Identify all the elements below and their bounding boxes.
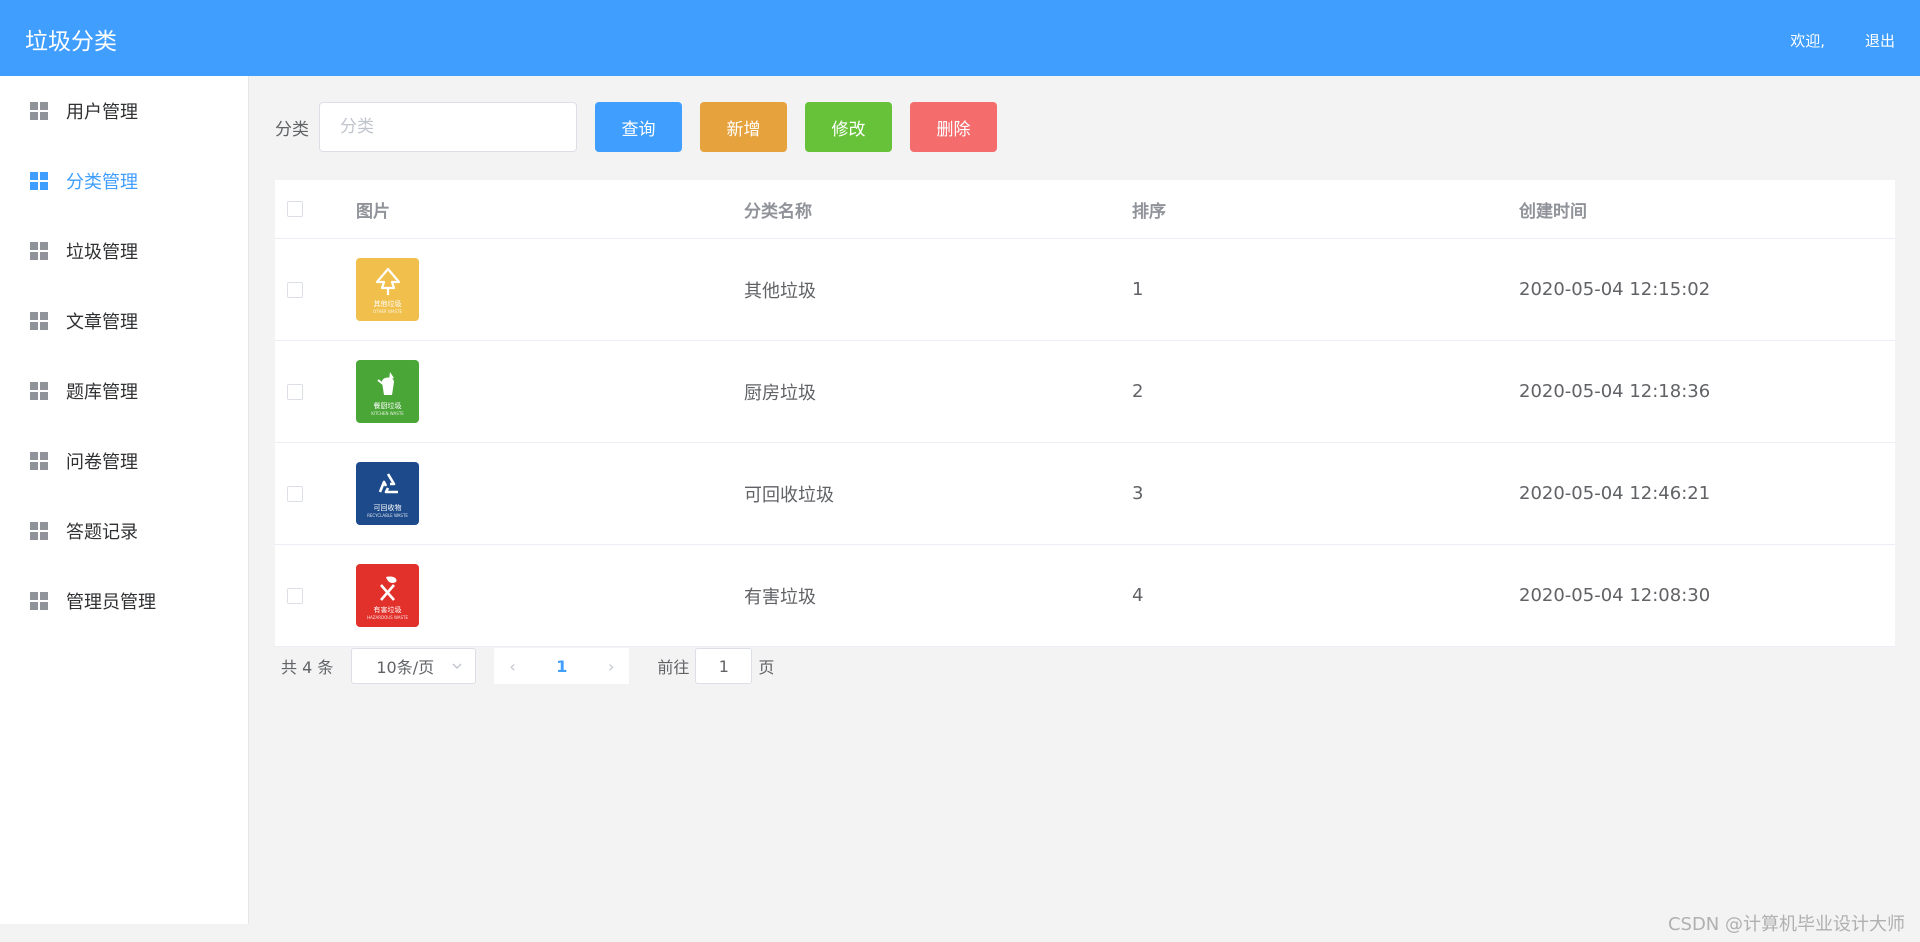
category-name: 可回收垃圾 bbox=[744, 484, 834, 506]
grid-menu-icon bbox=[30, 522, 48, 540]
table-row: 有害垃圾 HAZARDOUS WASTE 有害垃圾 4 2020-05-04 1… bbox=[275, 545, 1895, 647]
chevron-down-icon bbox=[452, 663, 462, 669]
category-name: 有害垃圾 bbox=[744, 586, 816, 608]
food-waste-icon bbox=[376, 371, 394, 395]
goto-prefix: 前往 bbox=[657, 658, 690, 677]
created-time: 2020-05-04 12:18:36 bbox=[1519, 381, 1711, 402]
category-name: 其他垃圾 bbox=[744, 280, 816, 302]
sidebar-item-label: 答题记录 bbox=[66, 522, 138, 543]
recycle-icon bbox=[378, 472, 398, 493]
total-count: 共 4 条 bbox=[281, 658, 334, 677]
sidebar-item-label: 分类管理 bbox=[66, 172, 138, 193]
created-time: 2020-05-04 12:08:30 bbox=[1519, 585, 1711, 606]
sidebar-item-label: 题库管理 bbox=[66, 382, 138, 403]
grid-menu-icon bbox=[30, 592, 48, 610]
image-caption: 有害垃圾 bbox=[373, 605, 402, 614]
recycle-tree-icon bbox=[375, 267, 400, 295]
page-size-select[interactable]: 10条/页 bbox=[351, 648, 477, 684]
grid-menu-icon bbox=[30, 312, 48, 330]
query-button[interactable]: 查询 bbox=[595, 102, 682, 152]
table-row: 其他垃圾 OTHER WASTE 其他垃圾 1 2020-05-04 12:15… bbox=[275, 239, 1895, 341]
sidebar-item-surveys[interactable]: 问卷管理 bbox=[0, 426, 248, 496]
page-jumper: 前往 页 bbox=[657, 648, 774, 684]
sidebar-item-users[interactable]: 用户管理 bbox=[0, 76, 248, 146]
row-checkbox[interactable] bbox=[287, 383, 303, 400]
sidebar-item-admins[interactable]: 管理员管理 bbox=[0, 566, 248, 636]
created-time: 2020-05-04 12:15:02 bbox=[1519, 279, 1711, 300]
sidebar-item-question-bank[interactable]: 题库管理 bbox=[0, 356, 248, 426]
current-page-number[interactable]: 1 bbox=[556, 657, 567, 676]
row-checkbox[interactable] bbox=[287, 587, 303, 604]
filter-toolbar: 分类 查询 新增 修改 删除 bbox=[275, 102, 997, 152]
add-button[interactable]: 新增 bbox=[700, 102, 787, 152]
column-header-sort: 排序 bbox=[1132, 201, 1166, 222]
image-caption: 其他垃圾 bbox=[373, 299, 402, 308]
sidebar-item-garbage[interactable]: 垃圾管理 bbox=[0, 216, 248, 286]
logout-link[interactable]: 退出 bbox=[1865, 30, 1895, 51]
image-caption-en: KITCHEN WASTE bbox=[371, 410, 404, 416]
image-caption-en: OTHER WASTE bbox=[372, 308, 403, 314]
column-header-name: 分类名称 bbox=[744, 201, 812, 222]
delete-button[interactable]: 删除 bbox=[910, 102, 997, 152]
app-title: 垃圾分类 bbox=[25, 29, 117, 55]
watermark: CSDN @计算机毕业设计大师 bbox=[1667, 914, 1905, 935]
image-caption: 可回收物 bbox=[373, 503, 402, 512]
column-header-created: 创建时间 bbox=[1519, 201, 1587, 222]
sidebar-item-label: 管理员管理 bbox=[66, 592, 156, 613]
category-search-input[interactable] bbox=[319, 102, 577, 152]
category-image: 其他垃圾 OTHER WASTE bbox=[356, 258, 419, 321]
edit-button[interactable]: 修改 bbox=[805, 102, 892, 152]
sidebar-item-label: 问卷管理 bbox=[66, 452, 138, 473]
next-page-icon[interactable]: › bbox=[608, 657, 614, 676]
category-image: 餐厨垃圾 KITCHEN WASTE bbox=[356, 360, 419, 423]
page-size-value: 10条/页 bbox=[376, 658, 435, 677]
row-checkbox[interactable] bbox=[287, 281, 303, 298]
welcome-text: 欢迎, bbox=[1790, 32, 1825, 50]
goto-page-input[interactable] bbox=[695, 648, 753, 684]
grid-menu-icon bbox=[30, 242, 48, 260]
search-label: 分类 bbox=[275, 119, 309, 140]
prev-page-icon[interactable]: ‹ bbox=[509, 657, 515, 676]
sidebar: 用户管理 分类管理 垃圾管理 文章管理 题库管理 问卷管理 答题记录 管理员管理 bbox=[0, 76, 249, 924]
table-header: 图片 分类名称 排序 创建时间 bbox=[275, 180, 1895, 239]
grid-menu-icon bbox=[30, 452, 48, 470]
top-header: 垃圾分类 欢迎, 退出 bbox=[0, 0, 1920, 76]
sidebar-item-label: 用户管理 bbox=[66, 102, 138, 123]
grid-menu-icon bbox=[30, 172, 48, 190]
select-all-checkbox[interactable] bbox=[287, 201, 303, 217]
grid-menu-icon bbox=[30, 382, 48, 400]
sidebar-item-label: 文章管理 bbox=[66, 312, 138, 333]
sort-order: 4 bbox=[1132, 585, 1144, 606]
category-name: 厨房垃圾 bbox=[744, 382, 816, 404]
pagination: 共 4 条 10条/页 ‹ 1 › 前往 页 bbox=[281, 648, 774, 684]
category-image: 可回收物 RECYCLABLE WASTE bbox=[356, 462, 419, 525]
sidebar-item-label: 垃圾管理 bbox=[66, 242, 138, 263]
sidebar-item-articles[interactable]: 文章管理 bbox=[0, 286, 248, 356]
image-caption-en: HAZARDOUS WASTE bbox=[367, 614, 408, 620]
table-row: 餐厨垃圾 KITCHEN WASTE 厨房垃圾 2 2020-05-04 12:… bbox=[275, 341, 1895, 443]
hazardous-icon bbox=[379, 575, 397, 601]
grid-menu-icon bbox=[30, 102, 48, 120]
image-caption: 餐厨垃圾 bbox=[373, 401, 402, 410]
category-table: 图片 分类名称 排序 创建时间 其他垃圾 OTHER WASTE 其他垃圾 1 … bbox=[275, 180, 1895, 647]
created-time: 2020-05-04 12:46:21 bbox=[1519, 483, 1711, 504]
row-checkbox[interactable] bbox=[287, 485, 303, 502]
goto-suffix: 页 bbox=[758, 658, 775, 677]
category-image: 有害垃圾 HAZARDOUS WASTE bbox=[356, 564, 419, 627]
sidebar-item-answer-records[interactable]: 答题记录 bbox=[0, 496, 248, 566]
table-row: 可回收物 RECYCLABLE WASTE 可回收垃圾 3 2020-05-04… bbox=[275, 443, 1895, 545]
image-caption-en: RECYCLABLE WASTE bbox=[367, 512, 408, 518]
page-navigator: ‹ 1 › bbox=[494, 648, 630, 684]
sort-order: 3 bbox=[1132, 483, 1144, 504]
column-header-image: 图片 bbox=[356, 201, 390, 222]
sidebar-item-categories[interactable]: 分类管理 bbox=[0, 146, 248, 216]
sort-order: 1 bbox=[1132, 279, 1144, 300]
sort-order: 2 bbox=[1132, 381, 1144, 402]
